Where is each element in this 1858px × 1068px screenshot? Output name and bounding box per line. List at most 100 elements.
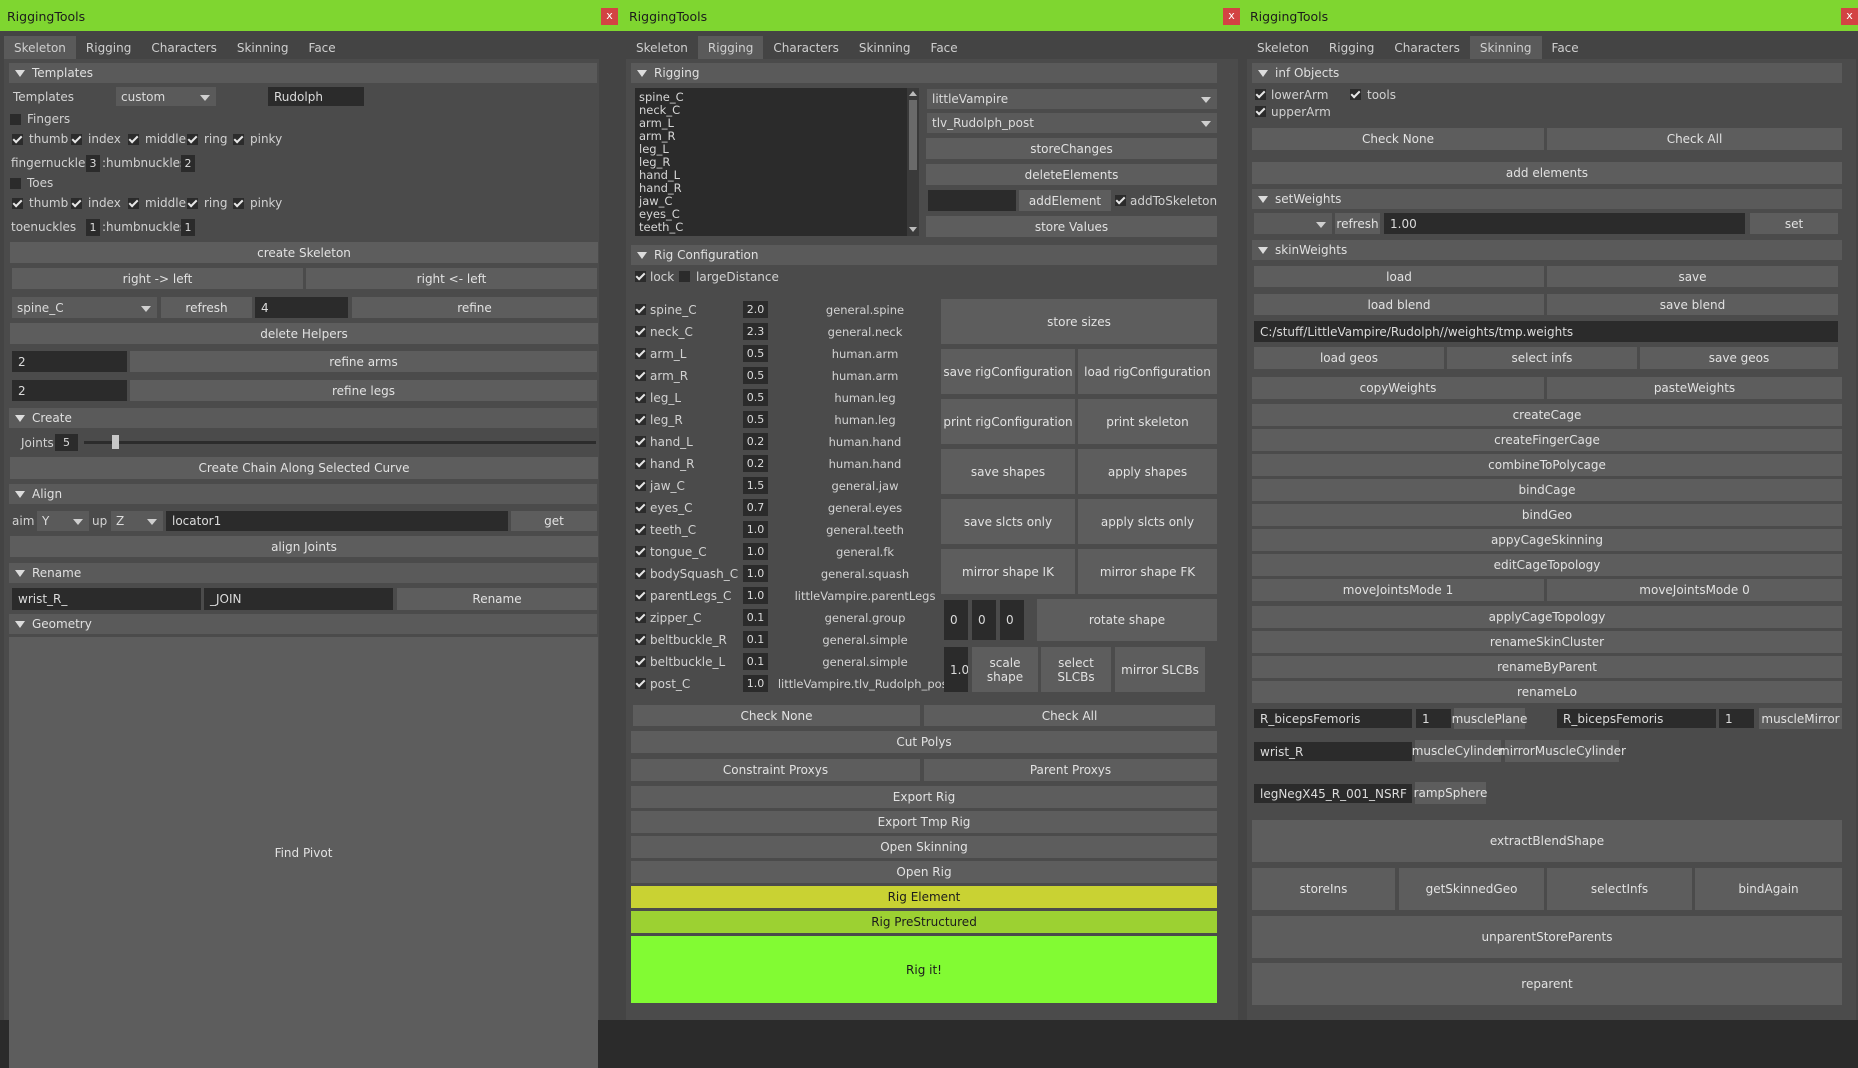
tab-face[interactable]: Face [921,36,968,59]
tab-rigging[interactable]: Rigging [1319,36,1384,59]
mirror-muscle-cylinder-button[interactable]: mirrorMuscleCylinder [1498,740,1626,762]
tab-skinning[interactable]: Skinning [227,36,299,59]
muscle-mirror-button[interactable]: muscleMirror [1759,708,1842,729]
check-none-button[interactable]: Check None [633,705,920,726]
toe-pinky-checkbox[interactable] [233,198,244,209]
config-row-checkbox[interactable] [635,370,646,381]
get-skinned-geo-button[interactable]: getSkinnedGeo [1399,868,1544,910]
fingernuckles-input[interactable]: 3 [86,155,100,172]
config-row-value[interactable]: 2.0 [743,301,768,318]
unparent-store-parents-button[interactable]: unparentStoreParents [1252,916,1842,958]
delete-helpers-button[interactable]: delete Helpers [10,323,598,344]
config-row-value[interactable]: 0.5 [743,389,768,406]
refresh-button[interactable]: refresh [1335,213,1380,234]
config-row-value[interactable]: 1.0 [743,587,768,604]
scale-value-input[interactable]: 1.0 [944,647,968,692]
scroll-down-icon[interactable] [909,227,917,232]
joints-slider-handle[interactable] [111,435,119,449]
create-finger-cage-button[interactable]: createFingerCage [1252,429,1842,451]
add-element-button[interactable]: addElement [1019,190,1111,211]
align-header[interactable]: Align [9,484,597,504]
config-row-checkbox[interactable] [635,612,646,623]
tab-face[interactable]: Face [299,36,346,59]
paste-weights-button[interactable]: pasteWeights [1547,377,1842,399]
bind-cage-button[interactable]: bindCage [1252,479,1842,501]
create-cage-button[interactable]: createCage [1252,404,1842,426]
rotate-y-input[interactable]: 0 [972,600,996,640]
tab-skeleton[interactable]: Skeleton [1247,36,1319,59]
config-row-value[interactable]: 1.0 [743,543,768,560]
joint-list-item[interactable]: arm_L [639,116,674,130]
lower-arm-checkbox[interactable] [1255,89,1266,100]
joint-list-item[interactable]: jaw_C [639,194,672,208]
rename-by-parent-button[interactable]: renameByParent [1252,656,1842,678]
toenuckles-input[interactable]: 1 [86,219,100,236]
refine-legs-button[interactable]: refine legs [130,380,597,401]
rename-lo-button[interactable]: renameLo [1252,681,1842,703]
add-to-skeleton-checkbox[interactable] [1115,195,1126,206]
config-row-value[interactable]: 0.5 [743,367,768,384]
rename-header[interactable]: Rename [9,563,597,583]
refine-arms-button[interactable]: refine arms [130,351,597,372]
create-chain-button[interactable]: Create Chain Along Selected Curve [10,457,598,479]
mirror-slcbs-button[interactable]: mirror SLCBs [1115,647,1205,692]
tab-characters[interactable]: Characters [763,36,849,59]
edit-cage-topology-button[interactable]: editCageTopology [1252,554,1842,576]
rename-skin-cluster-button[interactable]: renameSkinCluster [1252,631,1842,653]
mirror-count-input[interactable]: 1 [1719,709,1754,728]
apply-shapes-button[interactable]: apply shapes [1078,449,1217,494]
delete-elements-button[interactable]: deleteElements [926,164,1217,185]
config-row-checkbox[interactable] [635,304,646,315]
config-row-checkbox[interactable] [635,436,646,447]
config-row-checkbox[interactable] [635,326,646,337]
weights-select[interactable] [1254,213,1332,234]
title-bar[interactable]: RiggingTools x [1243,0,1858,31]
set-weights-header[interactable]: setWeights [1252,189,1842,209]
config-row-value[interactable]: 0.7 [743,499,768,516]
rigging-header[interactable]: Rigging [631,63,1217,83]
rig-element-button[interactable]: Rig Element [631,886,1217,908]
toes-checkbox[interactable] [10,178,21,189]
weight-value-input[interactable]: 1.00 [1384,213,1745,234]
save-geos-button[interactable]: save geos [1640,347,1838,369]
create-header[interactable]: Create [9,408,597,428]
save-blend-button[interactable]: save blend [1547,294,1838,315]
joint-list-item[interactable]: hand_R [639,181,682,195]
store-changes-button[interactable]: storeChanges [926,138,1217,159]
config-row-checkbox[interactable] [635,414,646,425]
finger-index-checkbox[interactable] [71,134,82,145]
check-all-button[interactable]: Check All [924,705,1215,726]
config-row-checkbox[interactable] [635,568,646,579]
toe-index-checkbox[interactable] [71,198,82,209]
config-row-value[interactable]: 0.2 [743,433,768,450]
config-row-value[interactable]: 1.5 [743,477,768,494]
tools-checkbox[interactable] [1350,89,1361,100]
tab-rigging[interactable]: Rigging [76,36,141,59]
tab-face[interactable]: Face [1542,36,1589,59]
scroll-up-icon[interactable] [909,91,917,96]
mirror-fk-button[interactable]: mirror shape FK [1078,549,1217,594]
config-row-value[interactable]: 0.1 [743,631,768,648]
refine-button[interactable]: refine [352,297,597,318]
move-joints-0-button[interactable]: moveJointsMode 0 [1547,579,1842,601]
config-row-checkbox[interactable] [635,546,646,557]
config-row-checkbox[interactable] [635,458,646,469]
config-row-value[interactable]: 1.0 [743,521,768,538]
joint-list-item[interactable]: spine_C [639,90,684,104]
finger-thumb-checkbox[interactable] [12,134,23,145]
inf-objects-header[interactable]: inf Objects [1252,63,1842,83]
tab-skeleton[interactable]: Skeleton [626,36,698,59]
save-shapes-button[interactable]: save shapes [941,449,1075,494]
joint-list-item[interactable]: hand_L [639,168,680,182]
joints-slider-track[interactable] [84,435,596,449]
appy-cage-skinning-button[interactable]: appyCageSkinning [1252,529,1842,551]
copy-weights-button[interactable]: copyWeights [1252,377,1544,399]
fingers-checkbox[interactable] [10,114,21,125]
right-to-left-button[interactable]: right -> left [12,268,303,289]
combine-to-polycage-button[interactable]: combineToPolycage [1252,454,1842,476]
mirror-ik-button[interactable]: mirror shape IK [941,549,1075,594]
thumbnuckles-input[interactable]: 2 [181,155,195,172]
config-row-value[interactable]: 1.0 [743,565,768,582]
move-joints-1-button[interactable]: moveJointsMode 1 [1252,579,1544,601]
joint-select[interactable]: spine_C [12,297,157,318]
